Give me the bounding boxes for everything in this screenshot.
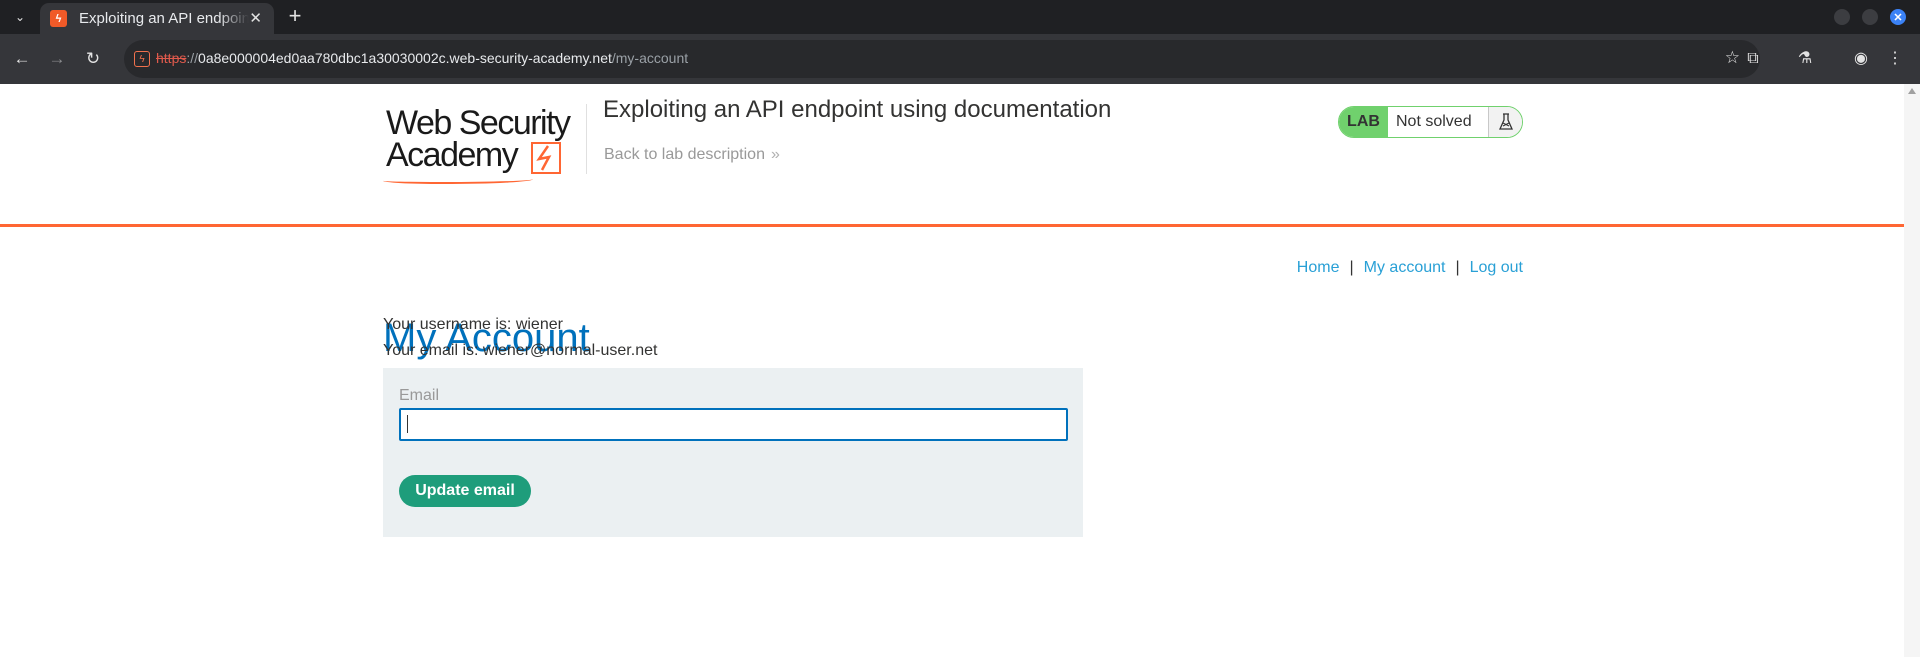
page-content: Web Security Academy Exploiting an API e… — [0, 84, 1904, 657]
menu-kebab-icon[interactable]: ⋮ — [1884, 48, 1906, 70]
change-email-form: Email Update email — [383, 368, 1083, 537]
lab-badge: LAB — [1339, 107, 1388, 137]
lab-status-widget: LAB Not solved — [1338, 106, 1523, 138]
url-separator: :// — [186, 50, 199, 66]
page-scrollbar[interactable] — [1904, 84, 1920, 657]
site-info-icon[interactable]: ϟ — [130, 47, 154, 71]
nav-separator: | — [1455, 259, 1460, 276]
labs-flask-icon[interactable]: ⚗ — [1794, 48, 1816, 70]
account-navigation: Home | My account | Log out — [1297, 259, 1523, 277]
extensions-puzzle-icon[interactable]: ⧉ — [1742, 48, 1764, 70]
lab-title: Exploiting an API endpoint using documen… — [603, 96, 1112, 123]
tab-strip: ⌄ ϟ Exploiting an API endpoint using doc… — [0, 0, 1920, 34]
update-email-button[interactable]: Update email — [399, 475, 531, 507]
back-arrow-icon[interactable]: ← — [11, 48, 33, 70]
logo-swoosh — [383, 176, 533, 184]
browser-tab-active[interactable]: ϟ Exploiting an API endpoint using docum… — [40, 3, 274, 34]
tab-title: Exploiting an API endpoint using documen… — [79, 10, 249, 27]
nav-separator: | — [1349, 259, 1354, 276]
url-scheme: https — [156, 50, 187, 66]
email-info: Your email is: wiener@normal-user.net — [383, 342, 658, 359]
url-host: 0a8e000004ed0aa780dbc1a30030002c.web-sec… — [198, 50, 612, 66]
bookmark-star-icon[interactable]: ☆ — [1725, 48, 1740, 68]
browser-toolbar: ← → ↻ ϟ https://0a8e000004ed0aa780dbc1a3… — [0, 34, 1920, 84]
maximize-window-button[interactable] — [1862, 9, 1878, 25]
scroll-up-arrow-icon[interactable] — [1908, 88, 1916, 94]
nav-my-account-link[interactable]: My account — [1364, 259, 1446, 276]
address-bar[interactable]: ϟ https://0a8e000004ed0aa780dbc1a3003000… — [124, 40, 1760, 78]
lab-status-text: Not solved — [1396, 113, 1472, 130]
reload-icon[interactable]: ↻ — [82, 48, 104, 70]
flask-icon — [1488, 107, 1522, 137]
text-caret — [407, 415, 408, 433]
close-window-button[interactable]: ✕ — [1890, 9, 1906, 25]
url-text[interactable]: https://0a8e000004ed0aa780dbc1a30030002c… — [156, 50, 688, 66]
email-label: Email — [399, 387, 440, 404]
minimize-window-button[interactable] — [1834, 9, 1850, 25]
url-path: /my-account — [611, 50, 689, 66]
tab-close-icon[interactable]: ✕ — [249, 9, 262, 27]
email-input[interactable] — [399, 408, 1068, 441]
new-tab-plus-icon[interactable]: + — [282, 4, 308, 30]
tab-search-chevron-icon[interactable]: ⌄ — [6, 5, 34, 29]
logo-bolt-icon — [531, 142, 561, 174]
username-info: Your username is: wiener — [383, 316, 563, 333]
back-to-lab-description-link[interactable]: Back to lab description » — [604, 146, 780, 164]
lab-header: Web Security Academy Exploiting an API e… — [0, 84, 1904, 227]
logo-line-2: Academy — [386, 136, 519, 174]
web-security-academy-logo[interactable]: Web Security Academy — [383, 102, 571, 184]
header-divider — [586, 104, 587, 174]
back-link-label: Back to lab description — [604, 146, 765, 163]
chevron-right-double-icon: » — [770, 146, 780, 163]
profile-avatar-icon[interactable]: ◉ — [1850, 48, 1872, 70]
portswigger-favicon-icon: ϟ — [50, 10, 67, 27]
nav-home-link[interactable]: Home — [1297, 259, 1340, 276]
forward-arrow-icon[interactable]: → — [46, 48, 68, 70]
nav-log-out-link[interactable]: Log out — [1470, 259, 1523, 276]
